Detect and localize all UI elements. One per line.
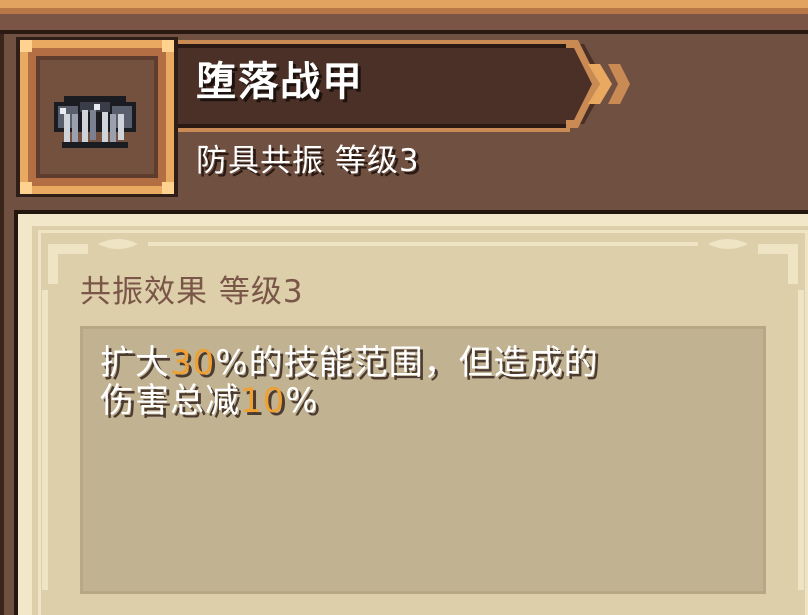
- desc-value-damage: 10: [240, 381, 286, 421]
- desc-text: %: [285, 381, 319, 421]
- resonance-detail-screen: 堕落战甲 防具共振 等级3 共振效果 等级3 扩大30%的技能范围，但造成的 伤…: [0, 0, 808, 615]
- effect-description-box: 扩大30%的技能范围，但造成的 伤害总减10%: [80, 326, 766, 594]
- chevron-right-icon: [566, 40, 630, 128]
- slot-corner: [20, 182, 32, 194]
- top-border: [0, 0, 808, 34]
- item-name: 堕落战甲: [196, 59, 364, 105]
- panel-left-edge: [0, 34, 4, 615]
- item-resonance-level: 防具共振 等级3: [196, 143, 420, 179]
- slot-corner: [20, 40, 32, 52]
- effect-description: 扩大30%的技能范围，但造成的 伤害总减10%: [100, 344, 750, 420]
- desc-text: %的技能范围，但造成的: [215, 343, 599, 383]
- effect-title: 共振效果 等级3: [80, 274, 304, 310]
- desc-text: 扩大: [100, 343, 170, 383]
- slot-corner: [162, 182, 174, 194]
- desc-value-range: 30: [170, 343, 216, 383]
- armor-icon: [54, 96, 136, 148]
- desc-text: 伤害总减: [100, 381, 240, 421]
- slot-corner: [162, 40, 174, 52]
